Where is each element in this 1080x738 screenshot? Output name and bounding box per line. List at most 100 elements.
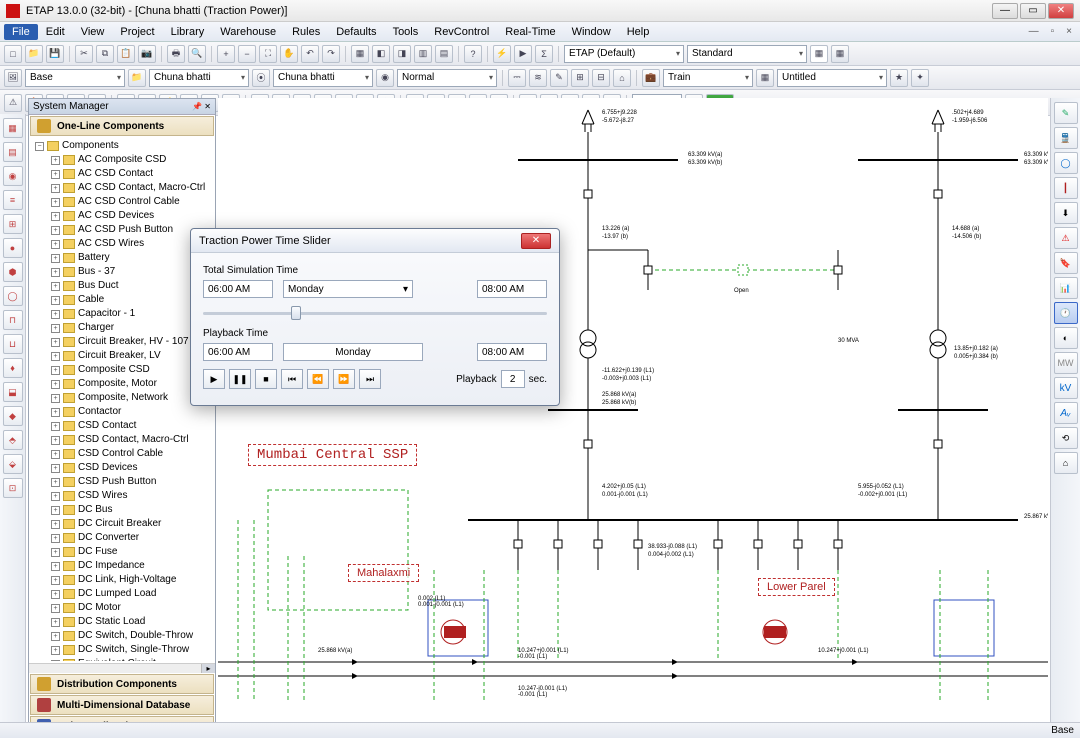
combo-standard[interactable]: Standard [687,45,807,63]
view-icon[interactable]: ▦ [756,69,774,87]
mdi-close[interactable]: × [1062,26,1076,37]
expand-icon[interactable]: + [51,422,60,431]
time-slider-dialog[interactable]: Traction Power Time Slider ✕ Total Simul… [190,228,560,406]
undo-icon[interactable]: ↶ [301,45,319,63]
ls-6-icon[interactable]: ● [3,238,23,258]
rs-vert-icon[interactable]: ┃ [1054,177,1078,199]
rs-circle-icon[interactable]: ◯ [1054,152,1078,174]
combo-chuna1[interactable]: Chuna bhatti [149,69,249,87]
tree-item[interactable]: +AC CSD Contact, Macro-Ctrl [31,181,213,195]
t6-icon[interactable]: ⌂ [613,69,631,87]
tree-item[interactable]: +Equivalent Circuit [31,657,213,661]
grid-icon[interactable]: ▦ [831,45,849,63]
tree-item[interactable]: +Circuit Breaker, LV [31,349,213,363]
rs-warn-icon[interactable]: ⚠ [1054,227,1078,249]
menu-library[interactable]: Library [163,24,213,40]
t1-icon[interactable]: ⎓ [508,69,526,87]
slider-knob[interactable] [291,306,301,320]
close-button[interactable]: ✕ [1048,3,1074,19]
end-time-field[interactable]: 08:00 AM [477,280,547,298]
collapse-icon[interactable]: − [35,142,44,151]
expand-icon[interactable]: + [51,394,60,403]
step-back-button[interactable]: ⏪ [307,369,329,389]
expand-icon[interactable]: + [51,226,60,235]
zoom-out-icon[interactable]: − [238,45,256,63]
step-fwd-button[interactable]: ⏩ [333,369,355,389]
stop-button[interactable]: ■ [255,369,277,389]
tree-item[interactable]: +Bus - 37 [31,265,213,279]
tree-item[interactable]: +DC Impedance [31,559,213,573]
t4-icon[interactable]: ⊞ [571,69,589,87]
tree-item[interactable]: +DC Bus [31,503,213,517]
expand-icon[interactable]: + [51,632,60,641]
tree-item[interactable]: +CSD Contact [31,419,213,433]
expand-icon[interactable]: + [51,296,60,305]
t2-icon[interactable]: ≋ [529,69,547,87]
expand-icon[interactable]: + [51,324,60,333]
tree-item[interactable]: +DC Switch, Single-Throw [31,643,213,657]
ls-12-icon[interactable]: ⬓ [3,382,23,402]
tree-item[interactable]: +AC CSD Devices [31,209,213,223]
expand-icon[interactable]: + [51,170,60,179]
open-icon[interactable]: 📁 [25,45,43,63]
tree-item[interactable]: +Composite, Network [31,391,213,405]
menu-help[interactable]: Help [619,24,658,40]
cfg2-icon[interactable]: ◧ [372,45,390,63]
tree-item[interactable]: +AC CSD Contact [31,167,213,181]
rs-load-icon[interactable]: ⬇ [1054,202,1078,224]
tree-item[interactable]: +CSD Contact, Macro-Ctrl [31,433,213,447]
menu-view[interactable]: View [73,24,113,40]
tree-item[interactable]: +CSD Push Button [31,475,213,489]
mdi-restore[interactable]: ▫ [1047,26,1059,37]
ls-14-icon[interactable]: ⬘ [3,430,23,450]
menu-warehouse[interactable]: Warehouse [212,24,284,40]
briefcase-icon[interactable]: 💼 [642,69,660,87]
ffwd-button[interactable]: ⏭ [359,369,381,389]
tree-item[interactable]: +Composite CSD [31,363,213,377]
rs-pen-icon[interactable]: ✎ [1054,102,1078,124]
expand-icon[interactable]: + [51,212,60,221]
rs-train-icon[interactable]: 🚆 [1054,127,1078,149]
combo-etap[interactable]: ETAP (Default) [564,45,684,63]
expand-icon[interactable]: + [51,604,60,613]
label-lower-parel[interactable]: Lower Parel [758,578,835,596]
expand-icon[interactable]: + [51,310,60,319]
ls-1-icon[interactable]: ▦ [3,118,23,138]
cfg1-icon[interactable]: ▦ [351,45,369,63]
expand-icon[interactable]: + [51,492,60,501]
time-slider[interactable] [203,306,547,320]
camera-icon[interactable]: 📷 [138,45,156,63]
power-icon[interactable]: ⚡ [493,45,511,63]
ls-9-icon[interactable]: ⊓ [3,310,23,330]
cut-icon[interactable]: ✂ [75,45,93,63]
combo-chuna2[interactable]: Chuna bhatti [273,69,373,87]
menu-window[interactable]: Window [564,24,619,40]
expand-icon[interactable]: + [51,282,60,291]
tree-root[interactable]: − Components [31,139,213,153]
tree-item[interactable]: +AC Composite CSD [31,153,213,167]
rs-kv-label[interactable]: kV [1054,377,1078,399]
tree-item[interactable]: +Composite, Motor [31,377,213,391]
tree-item[interactable]: +AC CSD Push Button [31,223,213,237]
menu-defaults[interactable]: Defaults [328,24,384,40]
rs-clock-icon[interactable]: 🕐 [1054,302,1078,324]
ls-7-icon[interactable]: ⬢ [3,262,23,282]
folder-icon[interactable]: 📁 [128,69,146,87]
expand-icon[interactable]: + [51,198,60,207]
tree-item[interactable]: +Cable [31,293,213,307]
expand-icon[interactable]: + [51,240,60,249]
expand-icon[interactable]: + [51,534,60,543]
label-mahalaxmi[interactable]: Mahalaxmi [348,564,419,582]
net-icon[interactable]: ⦿ [252,69,270,87]
menu-file[interactable]: File [4,24,38,40]
save-icon[interactable]: 💾 [46,45,64,63]
tree-item[interactable]: +DC Switch, Double-Throw [31,629,213,643]
menu-edit[interactable]: Edit [38,24,73,40]
panel-distribution[interactable]: Distribution Components [30,674,214,694]
expand-icon[interactable]: + [51,254,60,263]
expand-icon[interactable]: + [51,478,60,487]
cfg3-icon[interactable]: ◨ [393,45,411,63]
paste-icon[interactable]: 📋 [117,45,135,63]
tree-item[interactable]: +DC Converter [31,531,213,545]
pin-icon[interactable]: 📌 ✕ [192,102,211,111]
